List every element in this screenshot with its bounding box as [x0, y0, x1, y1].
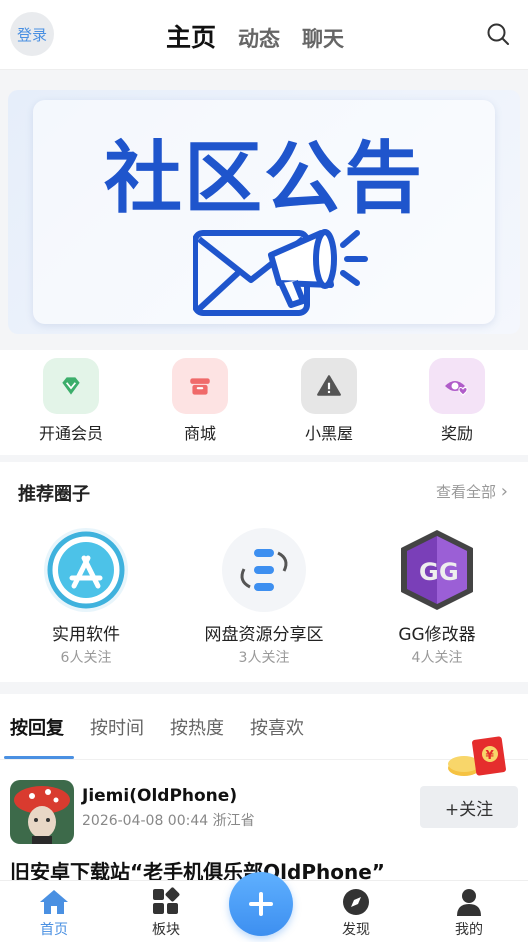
nav-label: 我的 — [455, 922, 483, 938]
nav-home[interactable]: 首页 — [19, 887, 89, 939]
circle-name: 网盘资源分享区 — [204, 625, 324, 645]
yuan-symbol: ¥ — [486, 748, 495, 762]
home-icon — [38, 887, 70, 917]
plus-icon — [249, 892, 273, 916]
see-all-link[interactable]: 查看全部 › — [436, 481, 508, 502]
tab-chat[interactable]: 聊天 — [302, 23, 344, 53]
circle-name: 实用软件 — [52, 625, 120, 645]
quick-action-vip[interactable]: 开通会员 — [16, 358, 126, 444]
login-button[interactable]: 登录 — [10, 12, 54, 56]
gg-logo-letter: G — [439, 558, 459, 586]
gg-logo-icon: G G — [395, 528, 479, 612]
author-name[interactable]: Jiemi(OldPhone) — [82, 786, 237, 806]
quick-action-label: 小黑屋 — [304, 424, 353, 443]
quick-action-label: 商城 — [183, 424, 216, 443]
circle-item[interactable]: G G GG修改器 4人关注 — [352, 528, 522, 667]
sort-tab-hot[interactable]: 按热度 — [170, 714, 224, 740]
sort-tab-like[interactable]: 按喜欢 — [250, 714, 304, 740]
post-feed: 按回复 按时间 按热度 按喜欢 ¥ Jiemi(OldPhone) 2026-0… — [0, 694, 528, 884]
nav-label: 发现 — [342, 922, 370, 938]
recommended-circles: 推荐圈子 查看全部 › 实用软件 6人关注 网盘资源分享区 3人关注 G G G… — [0, 462, 528, 682]
section-title: 推荐圈子 — [18, 484, 90, 505]
nav-label: 板块 — [152, 922, 180, 938]
red-envelope-icon[interactable]: ¥ — [446, 734, 512, 780]
quick-action-blackroom[interactable]: 小黑屋 — [274, 358, 384, 444]
quick-action-label: 奖励 — [440, 424, 473, 443]
sort-tab-reply[interactable]: 按回复 — [10, 714, 64, 740]
eye-heart-icon — [429, 358, 485, 414]
banner-title: 社区公告 — [103, 134, 424, 224]
quick-action-store[interactable]: 商城 — [145, 358, 255, 444]
gg-logo-letter: G — [419, 558, 439, 586]
circle-followers: 3人关注 — [238, 650, 290, 666]
follow-button[interactable]: +关注 — [420, 786, 518, 828]
circle-item[interactable]: 网盘资源分享区 3人关注 — [179, 528, 349, 667]
sort-tab-time[interactable]: 按时间 — [90, 714, 144, 740]
tab-home[interactable]: 主页 — [166, 18, 216, 54]
quick-actions: 开通会员 商城 小黑屋 奖励 — [0, 350, 528, 455]
nav-blocks[interactable]: 板块 — [131, 887, 201, 939]
main-tabs: 主页 动态 聊天 — [166, 18, 344, 54]
see-all-label: 查看全部 — [436, 483, 497, 501]
compass-icon — [340, 887, 372, 917]
nav-label: 首页 — [40, 922, 68, 938]
post-meta: 2026-04-08 00:44 浙江省 — [82, 813, 255, 829]
quick-action-label: 开通会员 — [38, 424, 103, 443]
tab-feed[interactable]: 动态 — [238, 23, 280, 53]
circle-followers: 6人关注 — [60, 650, 112, 666]
store-icon — [172, 358, 228, 414]
top-bar: 登录 主页 动态 聊天 — [0, 0, 528, 70]
app-store-icon — [44, 528, 128, 612]
blocks-icon — [150, 887, 182, 917]
quick-action-reward[interactable]: 奖励 — [402, 358, 512, 444]
announcement-banner[interactable]: 社区公告 — [8, 90, 520, 334]
nav-discover[interactable]: 发现 — [321, 887, 391, 939]
circle-followers: 4人关注 — [411, 650, 463, 666]
create-post-button[interactable] — [229, 872, 293, 936]
search-icon[interactable] — [486, 22, 510, 46]
user-icon — [453, 887, 485, 917]
sync-share-icon — [222, 528, 306, 612]
circle-name: GG修改器 — [398, 625, 476, 645]
nav-profile[interactable]: 我的 — [434, 887, 504, 939]
chevron-right-icon: › — [500, 481, 508, 502]
sort-tabs: 按回复 按时间 按热度 按喜欢 — [10, 714, 304, 740]
circle-item[interactable]: 实用软件 6人关注 — [1, 528, 171, 667]
diamond-icon — [43, 358, 99, 414]
warning-icon — [301, 358, 357, 414]
avatar[interactable] — [10, 780, 74, 844]
envelope-megaphone-icon — [193, 229, 368, 316]
